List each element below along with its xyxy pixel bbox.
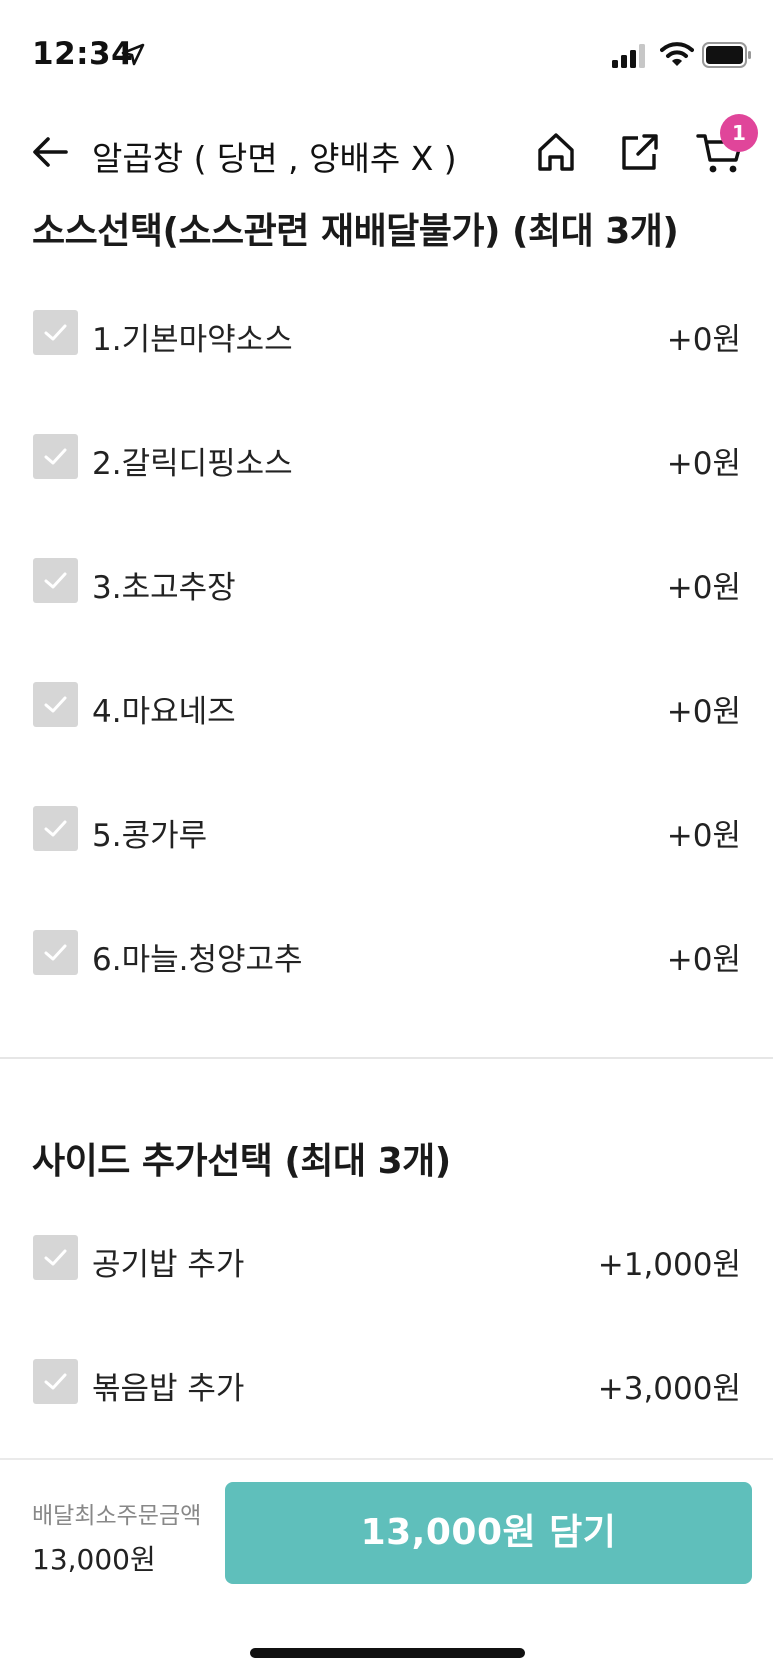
option-label: 1.기본마약소스 [92,322,293,358]
page-title: 알곱창 ( 당면 , 양배추 X ) [92,139,457,178]
option-checkbox[interactable] [33,682,78,727]
option-checkbox[interactable] [33,434,78,479]
option-label: 5.콩가루 [92,818,208,854]
option-row[interactable]: 1.기본마약소스 +0원 [0,270,773,394]
option-checkbox[interactable] [33,806,78,851]
nav-bar: 알곱창 ( 당면 , 양배추 X ) [0,110,773,194]
option-row[interactable]: 5.콩가루 +0원 [0,766,773,890]
sauce-section-title: 소스선택(소스관련 재배달불가) (최대 3개) [32,211,679,252]
option-row[interactable]: 3.초고추장 +0원 [0,518,773,642]
side-section-title: 사이드 추가선택 (최대 3개) [32,1141,451,1182]
option-checkbox[interactable] [33,310,78,355]
min-order-value: 13,000원 [32,1543,156,1576]
option-checkbox[interactable] [33,558,78,603]
option-row[interactable]: 볶음밥 추가 +3,000원 [0,1319,773,1443]
bottom-order-bar: 배달최소주문금액 13,000원 13,000원 담기 [0,1458,773,1674]
status-time: 12:34 [32,36,134,72]
home-icon[interactable] [534,130,578,174]
option-label: 공기밥 추가 [92,1247,245,1283]
option-checkbox[interactable] [33,1235,78,1280]
section-divider [0,1057,773,1059]
option-price: +0원 [666,942,741,978]
option-price: +3,000원 [597,1371,741,1407]
location-arrow-icon [120,42,146,68]
option-price: +0원 [666,694,741,730]
option-label: 볶음밥 추가 [92,1371,245,1407]
option-price: +0원 [666,570,741,606]
option-price: +0원 [666,446,741,482]
wifi-icon [660,40,694,68]
option-row[interactable]: 공기밥 추가 +1,000원 [0,1195,773,1319]
home-indicator [250,1648,525,1658]
option-row[interactable]: 2.갈릭디핑소스 +0원 [0,394,773,518]
cart-count-badge: 1 [720,114,758,152]
option-row[interactable]: 4.마요네즈 +0원 [0,642,773,766]
option-label: 4.마요네즈 [92,694,236,730]
option-label: 2.갈릭디핑소스 [92,446,293,482]
status-bar: 12:34 [0,0,773,110]
option-label: 3.초고추장 [92,570,236,606]
option-price: +1,000원 [597,1247,741,1283]
back-arrow-icon[interactable] [30,132,70,172]
option-price: +0원 [666,322,741,358]
cellular-signal-icon [612,44,648,68]
share-icon[interactable] [618,130,662,174]
option-price: +0원 [666,818,741,854]
battery-icon [702,42,752,68]
option-checkbox[interactable] [33,930,78,975]
option-label: 6.마늘.청양고추 [92,942,303,978]
min-order-label: 배달최소주문금액 [32,1503,202,1529]
option-checkbox[interactable] [33,1359,78,1404]
add-to-cart-button[interactable]: 13,000원 담기 [225,1482,752,1584]
option-row[interactable]: 6.마늘.청양고추 +0원 [0,890,773,1014]
